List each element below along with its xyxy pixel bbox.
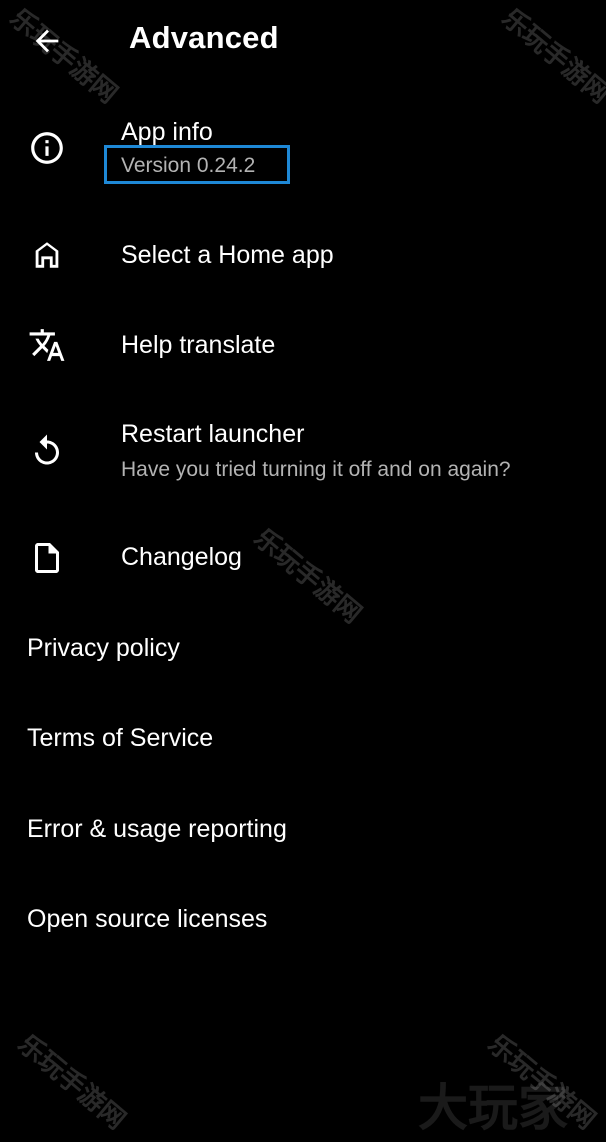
home-app-label: Select a Home app xyxy=(121,241,334,269)
menu-item-help-translate[interactable]: Help translate xyxy=(0,305,606,385)
error-reporting-label: Error & usage reporting xyxy=(27,815,287,843)
menu-item-terms-of-service[interactable]: Terms of Service xyxy=(0,700,606,780)
document-icon xyxy=(27,538,67,578)
menu-item-error-reporting[interactable]: Error & usage reporting xyxy=(0,790,606,870)
open-source-licenses-label: Open source licenses xyxy=(27,905,268,933)
back-button[interactable] xyxy=(18,12,76,70)
app-toolbar: Advanced xyxy=(0,0,606,82)
menu-item-restart-launcher[interactable]: Restart launcher Have you tried turning … xyxy=(0,400,606,500)
menu-item-privacy-policy[interactable]: Privacy policy xyxy=(0,610,606,690)
terms-of-service-label: Terms of Service xyxy=(27,724,214,752)
page-title: Advanced xyxy=(129,20,279,55)
menu-item-home-app[interactable]: Select a Home app xyxy=(0,215,606,295)
menu-item-app-info[interactable]: App info Version 0.24.2 xyxy=(0,100,606,200)
version-highlight-box xyxy=(104,145,290,184)
home-icon xyxy=(27,235,67,275)
help-translate-label: Help translate xyxy=(121,331,276,359)
restart-launcher-subtitle: Have you tried turning it off and on aga… xyxy=(121,458,511,481)
watermark-text: 乐玩手游网 xyxy=(482,1028,602,1135)
restart-icon xyxy=(27,431,67,471)
restart-launcher-label: Restart launcher xyxy=(121,420,305,448)
menu-item-open-source-licenses[interactable]: Open source licenses xyxy=(0,880,606,960)
arrow-left-icon xyxy=(35,29,59,53)
info-icon xyxy=(27,128,67,168)
app-info-label: App info xyxy=(121,118,213,146)
privacy-policy-label: Privacy policy xyxy=(27,634,180,662)
translate-icon xyxy=(27,325,67,365)
watermark-logo-text: 大玩家 xyxy=(418,1080,568,1136)
changelog-label: Changelog xyxy=(121,543,242,571)
watermark-text: 乐玩手游网 xyxy=(12,1028,132,1135)
menu-item-changelog[interactable]: Changelog xyxy=(0,518,606,598)
